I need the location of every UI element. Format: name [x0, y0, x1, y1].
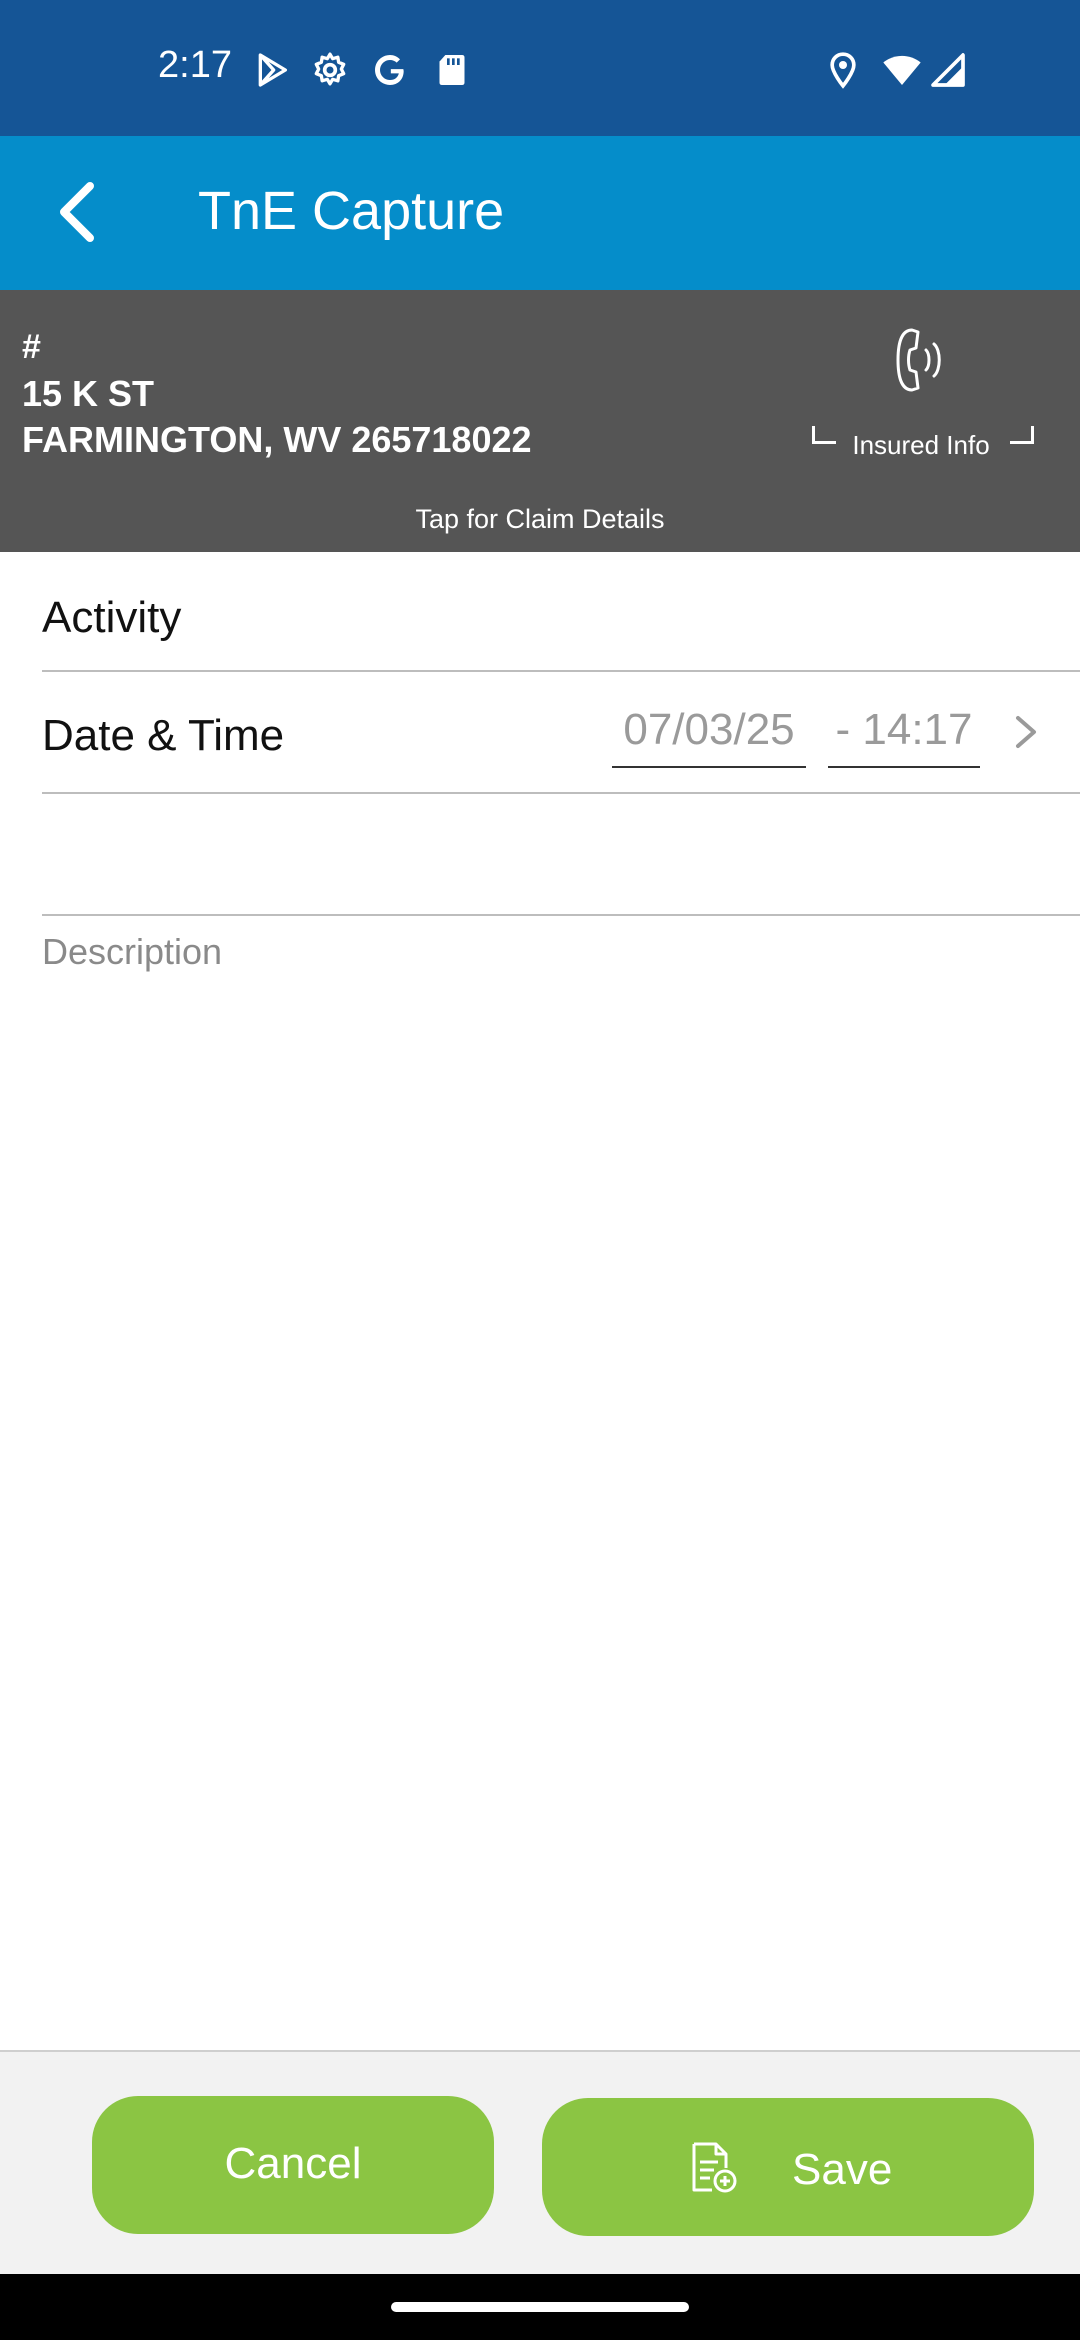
chevron-left-icon: [60, 182, 94, 242]
document-add-icon: [688, 2140, 738, 2194]
save-button[interactable]: Save: [542, 2098, 1034, 2236]
app-bar: TnE Capture: [0, 136, 1080, 290]
bracket-right: [1010, 426, 1034, 444]
claim-address-line1: 15 K ST: [22, 373, 155, 414]
location-icon: [823, 50, 863, 90]
activity-label: Activity: [42, 593, 182, 642]
back-button[interactable]: [40, 172, 120, 252]
activity-row[interactable]: Activity: [42, 552, 1080, 672]
datetime-row[interactable]: Date & Time 07/03/25 - 14:17: [42, 672, 1080, 794]
claim-details-header[interactable]: # 15 K ST FARMINGTON, WV 265718022 Insur…: [0, 290, 1080, 552]
bottom-action-bar: Cancel Save: [0, 2050, 1080, 2274]
home-handle[interactable]: [391, 2302, 689, 2312]
claim-number: #: [22, 328, 41, 366]
datetime-label: Date & Time: [42, 711, 285, 760]
google-icon: [370, 50, 410, 90]
status-time: 2:17: [158, 44, 232, 86]
date-field[interactable]: 07/03/25: [612, 708, 806, 768]
time-field[interactable]: - 14:17: [828, 708, 980, 768]
cancel-button-label: Cancel: [224, 2139, 362, 2188]
system-nav-bar: [0, 2274, 1080, 2340]
cancel-button[interactable]: Cancel: [92, 2096, 494, 2234]
insured-info-button[interactable]: Insured Info: [808, 320, 1034, 460]
play-store-icon: [252, 50, 292, 90]
chevron-right-icon[interactable]: [1010, 712, 1042, 752]
signal-icon: [928, 50, 968, 90]
claim-details-hint: Tap for Claim Details: [415, 504, 665, 534]
sd-card-icon: [432, 50, 472, 90]
wifi-icon: [880, 50, 924, 90]
settings-icon: [310, 50, 350, 90]
phone-ringing-icon: [890, 324, 954, 396]
claim-address-line2: FARMINGTON, WV 265718022: [22, 419, 532, 460]
page-title: TnE Capture: [198, 181, 505, 241]
description-field[interactable]: Description: [42, 934, 1042, 2034]
insured-info-label: Insured Info: [852, 430, 990, 460]
status-bar: 2:17: [0, 0, 1080, 136]
blank-field-row[interactable]: [42, 794, 1080, 916]
save-button-label: Save: [792, 2145, 893, 2194]
